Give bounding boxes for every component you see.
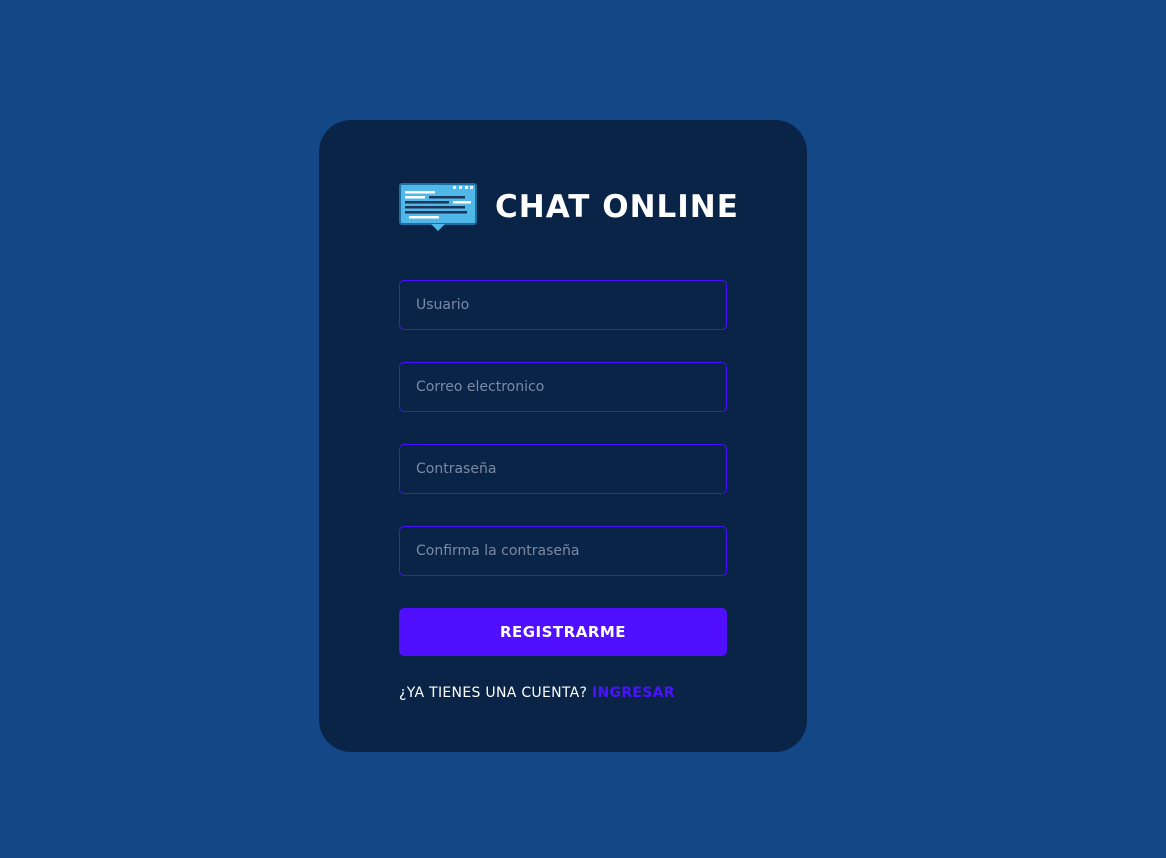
email-input[interactable]: [399, 362, 727, 412]
login-link[interactable]: INGRESAR: [592, 685, 675, 701]
password-input[interactable]: [399, 444, 727, 494]
confirm-password-input[interactable]: [399, 526, 727, 576]
login-prompt: ¿YA TIENES UNA CUENTA? INGRESAR: [399, 682, 739, 704]
brand-header: CHAT ONLINE: [399, 183, 739, 231]
register-button[interactable]: REGISTRARME: [399, 608, 727, 656]
chat-screen-icon: [399, 183, 477, 231]
register-card: CHAT ONLINE REGISTRARME ¿YA TIENES UNA C…: [319, 120, 807, 752]
login-prompt-text: ¿YA TIENES UNA CUENTA?: [399, 685, 588, 701]
username-input[interactable]: [399, 280, 727, 330]
app-title: CHAT ONLINE: [495, 189, 739, 225]
